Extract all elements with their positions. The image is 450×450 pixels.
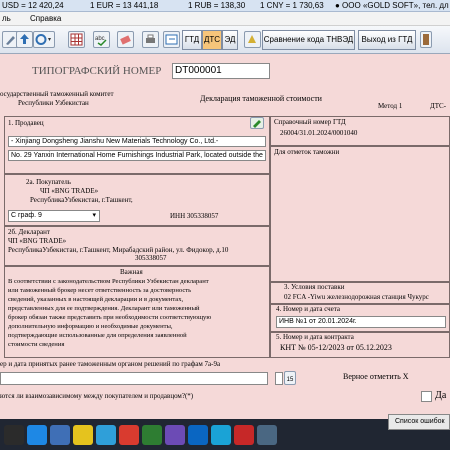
app-icon-4[interactable] — [73, 425, 93, 445]
important-line-3: сведений, указанных в настоящей декларац… — [8, 296, 184, 303]
graf-select[interactable]: С граф. 9 ▾ — [8, 210, 100, 222]
buyer-name: ЧП «BNG TRADE» — [40, 187, 99, 195]
app-icon-7[interactable] — [142, 425, 162, 445]
seller-address-field[interactable]: No. 29 Yanxin International Home Furnish… — [8, 150, 266, 161]
declaration-title: Декларация таможенной стоимости — [200, 94, 322, 103]
dts-button[interactable]: ДТС — [202, 30, 222, 50]
prev-decision-field[interactable] — [0, 372, 268, 385]
declarant-address: РеспубликаУзбекистан, г.Ташкент, Мирабад… — [8, 246, 229, 254]
compare-tnved-button[interactable]: Сравнение кода ТНВЭД — [262, 30, 355, 50]
edit-seller-icon[interactable] — [250, 117, 264, 129]
customs-declaration-form: ТИПОГРАФСКИЙ НОМЕР DT000001 осударственн… — [0, 54, 450, 419]
customs-notes-section — [270, 146, 450, 282]
related-yes-label: Да — [435, 390, 447, 401]
delivery-value: 02 FCA -Yiwu железнодорожная станция Чук… — [284, 293, 429, 301]
dts-prefix: ДТС- — [430, 102, 447, 110]
taskbar — [0, 419, 450, 450]
menu-bar: ль Справка — [0, 12, 450, 26]
app-icon-10[interactable] — [211, 425, 231, 445]
customs-notes-label: Для отметок таможни — [274, 148, 340, 156]
app-icon-1[interactable] — [4, 425, 24, 445]
ed-button[interactable]: ЭД — [222, 30, 238, 50]
committee-line2: Республики Узбекистан — [18, 99, 89, 107]
prev-decision-label: ер и дата принятых ранее таможенным орга… — [0, 360, 221, 368]
rate-cny: 1 CNY = 1 730,63 — [260, 1, 324, 10]
chevron-down-icon: ▾ — [92, 212, 96, 219]
important-line-2: или таможенный брокер несет ответственно… — [8, 287, 192, 294]
buyer-address: РеспубликаУзбекистан, г.Ташкент, — [30, 196, 133, 204]
eraser-icon[interactable] — [117, 31, 134, 48]
refresh-dropdown-icon[interactable] — [33, 31, 55, 48]
header-title: ТИПОГРАФСКИЙ НОМЕР — [32, 65, 162, 77]
compare-icon — [244, 31, 261, 48]
toolbar: abc ГТД ДТС ЭД Сравнение кода ТНВЭД Выхо… — [0, 26, 450, 54]
important-line-1: В соответствии с законодательством Респу… — [8, 278, 209, 285]
important-line-7: подтверждающие использованные для опреде… — [8, 332, 187, 339]
seller-label: 1. Продавец — [8, 119, 44, 127]
declarant-inn: 305338057 — [135, 254, 167, 262]
important-line-4: представленных для ее подтверждения. Дек… — [8, 305, 200, 312]
rate-rub: 1 RUB = 138,30 — [188, 1, 246, 10]
ref-number-value: 26004/31.01.2024/0001040 — [280, 129, 358, 137]
spellcheck-icon[interactable]: abc — [93, 31, 110, 48]
svg-text:abc: abc — [95, 36, 105, 42]
calendar-icon[interactable]: 15 — [284, 371, 296, 385]
gtd-button[interactable]: ГТД — [182, 30, 202, 50]
export-icon[interactable] — [163, 31, 180, 48]
app-icon-9[interactable] — [188, 425, 208, 445]
error-list-popup[interactable]: Список ошибок — [388, 414, 450, 430]
rate-eur: 1 EUR = 13 441,18 — [90, 1, 159, 10]
app-icon-11[interactable] — [234, 425, 254, 445]
related-yes-checkbox[interactable] — [421, 391, 432, 402]
seller-name-field[interactable]: - Xinjiang Dongsheng Jianshu New Materia… — [8, 136, 266, 147]
exit-gtd-button[interactable]: Выход из ГТД — [358, 30, 416, 50]
mark-x-label: Верное отметить X — [343, 372, 409, 381]
declarant-label: 2б. Декларант — [8, 228, 50, 236]
app-icon-2[interactable] — [27, 425, 47, 445]
upload-icon[interactable] — [16, 31, 33, 48]
contract-value: КНТ № 05-12/2023 от 05.12.2023 — [280, 343, 392, 352]
delivery-label: 3. Условия поставки — [284, 283, 345, 291]
exit-door-icon[interactable] — [420, 31, 432, 48]
menu-item-file[interactable]: ль — [2, 14, 11, 23]
important-line-8: стоимости сведения — [8, 341, 65, 348]
prev-decision-date-field[interactable] — [275, 372, 283, 385]
exchange-rate-bar: USD = 12 420,24 1 EUR = 13 441,18 1 RUB … — [0, 0, 450, 12]
buyer-inn: ИНН 305338057 — [170, 212, 219, 220]
declarant-name: ЧП «BNG TRADE» — [8, 237, 67, 245]
invoice-label: 4. Номер и дата счета — [276, 305, 341, 313]
print-icon[interactable] — [142, 31, 159, 48]
ref-number-label: Справочный номер ГТД — [274, 118, 346, 126]
app-icon-3[interactable] — [50, 425, 70, 445]
app-icon-8[interactable] — [165, 425, 185, 445]
related-question: ются ли взаимозависимому между покупател… — [0, 392, 194, 400]
app-icon-12[interactable] — [257, 425, 277, 445]
telegram-icon[interactable] — [96, 425, 116, 445]
committee-line1: осударственный таможенный комитет — [0, 90, 114, 98]
menu-item-help[interactable]: Справка — [30, 14, 61, 23]
company-info: ● ООО «GOLD SOFT», тел. дл — [335, 1, 449, 10]
app-icon-6[interactable] — [119, 425, 139, 445]
typographic-number-field[interactable]: DT000001 — [172, 63, 270, 79]
important-line-6: дополнительную информацию и необходимые … — [8, 323, 173, 330]
buyer-label: 2а. Покупатель — [26, 178, 71, 186]
graf-select-value: С граф. 9 — [11, 212, 42, 219]
contract-label: 5. Номер и дата контракта — [276, 333, 354, 341]
important-line-5: брокер обязан также представить при необ… — [8, 314, 212, 321]
important-title: Важная — [120, 268, 143, 276]
method-label: Метод 1 — [378, 102, 403, 110]
invoice-field[interactable]: ИНВ №1 от 20.01.2024г. — [276, 316, 446, 328]
rate-usd: USD = 12 420,24 — [2, 1, 64, 10]
table-icon[interactable] — [68, 31, 85, 48]
